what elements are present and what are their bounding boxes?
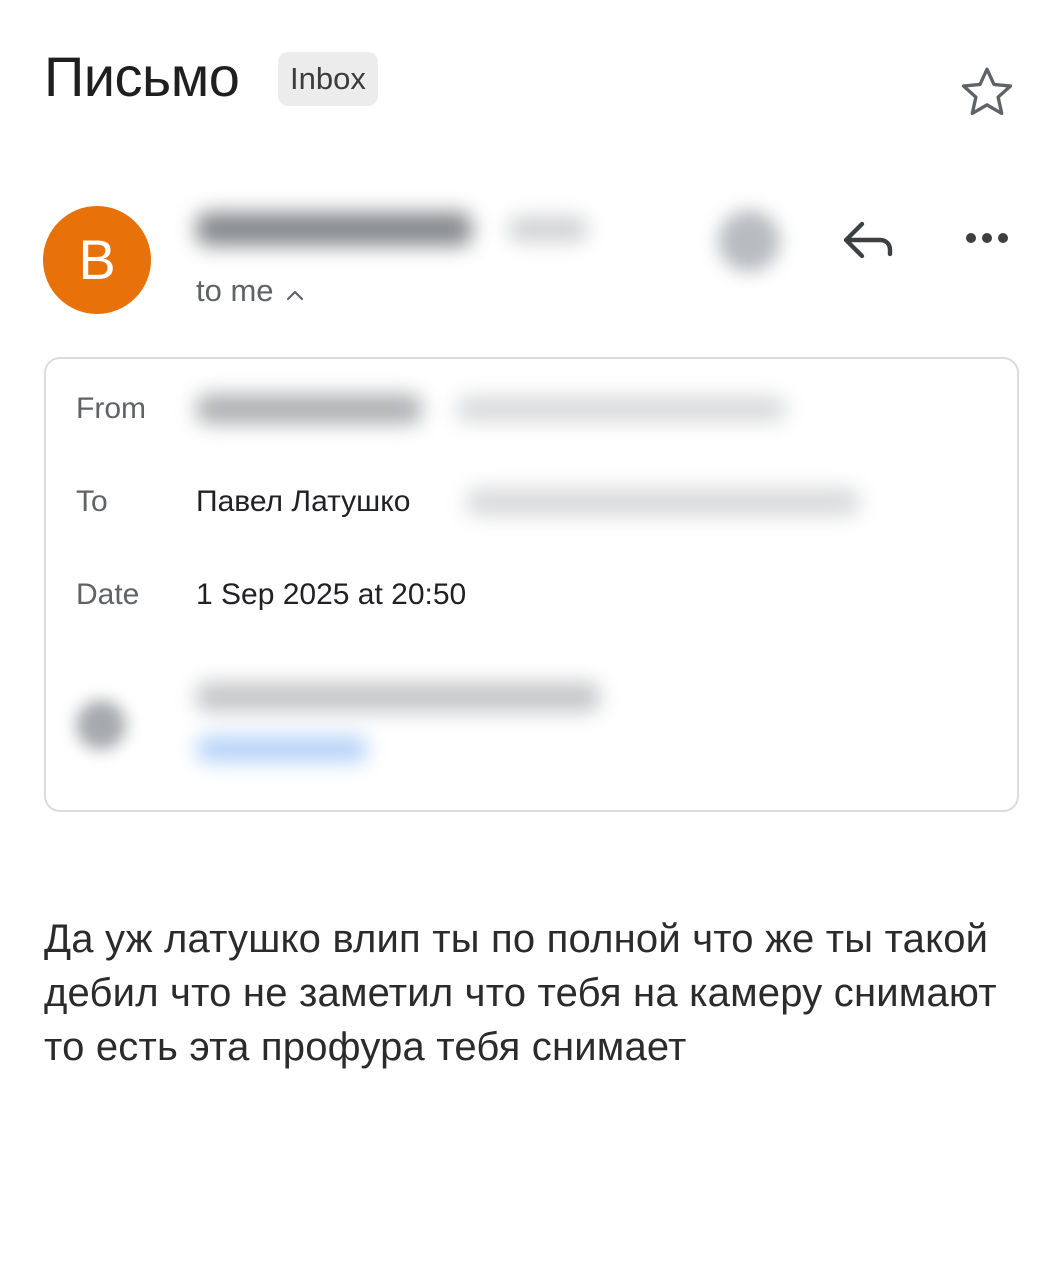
to-name[interactable]: Павел Латушко (196, 484, 410, 520)
inbox-label-chip[interactable]: Inbox (278, 52, 378, 106)
star-icon[interactable] (956, 62, 1018, 124)
security-info-redacted (196, 682, 600, 712)
more-options-icon[interactable] (956, 218, 1018, 258)
date-label: Date (76, 578, 140, 611)
recipient-summary-toggle[interactable]: to me (196, 272, 306, 312)
learn-more-link-redacted[interactable] (196, 736, 368, 762)
reply-icon[interactable] (836, 212, 900, 268)
to-email-redacted (466, 488, 860, 516)
from-name-redacted (196, 394, 422, 424)
message-body: Да уж латушко влип ты по полной что же т… (44, 917, 997, 1069)
sender-avatar[interactable]: B (43, 206, 151, 314)
sender-time-redacted (508, 216, 588, 242)
date-value: 1 Sep 2025 at 20:50 (196, 578, 467, 611)
recipient-summary-text: to me (196, 273, 274, 308)
lock-icon (76, 700, 126, 750)
chevron-up-icon (284, 274, 306, 312)
reaction-button-redacted[interactable] (718, 210, 780, 272)
message-details-card (44, 357, 1019, 812)
to-label: To (76, 485, 108, 518)
from-email-redacted (456, 396, 786, 422)
from-label: From (76, 392, 146, 425)
sender-name-redacted (196, 212, 472, 246)
email-subject: Письмо (44, 45, 240, 108)
